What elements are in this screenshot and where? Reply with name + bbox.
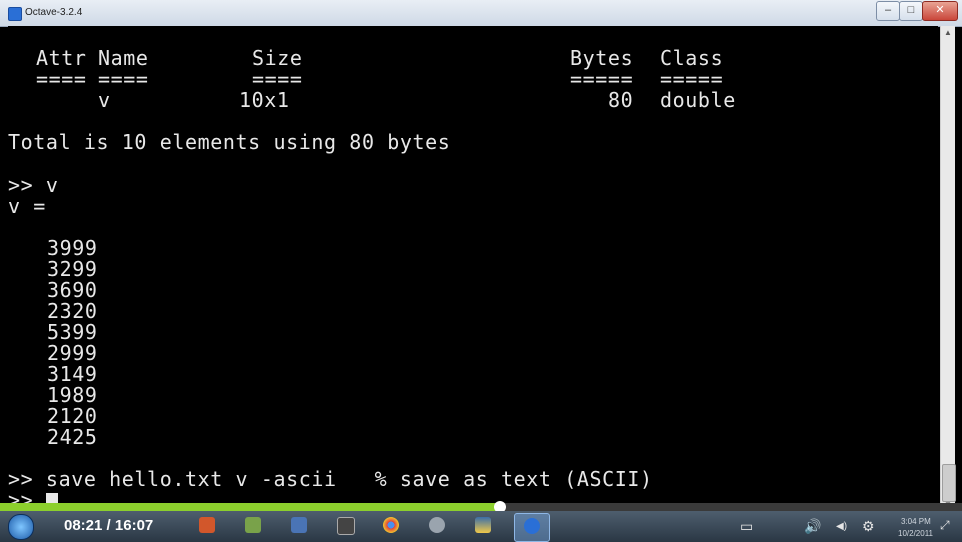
- v-equals: v =: [8, 194, 46, 218]
- header-name: Name: [98, 46, 149, 70]
- total-line: Total is 10 elements using 80 bytes: [8, 130, 451, 154]
- value-line: 2320: [47, 299, 98, 323]
- octave-icon: [524, 518, 540, 534]
- network-icon: [291, 517, 307, 533]
- taskbar-python-button[interactable]: [466, 513, 500, 540]
- scrollbar-thumb[interactable]: [942, 464, 956, 502]
- minimize-button[interactable]: –: [876, 1, 900, 21]
- console-output[interactable]: Attr Name Size Bytes Class ==== ==== ===…: [8, 26, 938, 512]
- video-duration: 16:07: [114, 517, 154, 534]
- taskbar-camera-button[interactable]: [328, 513, 362, 540]
- captions-icon[interactable]: ▭: [740, 518, 753, 535]
- value-line: 5399: [47, 320, 98, 344]
- header-bytes: Bytes: [570, 46, 634, 70]
- taskbar-octave-button[interactable]: [514, 513, 550, 542]
- tray-clock-date[interactable]: 10/2/2011: [898, 529, 933, 538]
- value-line: 3690: [47, 278, 98, 302]
- value-line: 3299: [47, 257, 98, 281]
- video-elapsed: 08:21: [64, 517, 103, 534]
- header-attr: Attr: [36, 46, 87, 70]
- underline-size: ====: [252, 67, 303, 91]
- taskbar-chrome-button[interactable]: [374, 513, 408, 540]
- title-bar[interactable]: Octave-3.2.4 – □ ✕: [0, 0, 962, 27]
- app-icon: [429, 517, 445, 533]
- underline-class: =====: [660, 67, 724, 91]
- python-icon: [475, 517, 491, 533]
- scroll-up-arrow-icon[interactable]: ▲: [941, 26, 955, 40]
- vertical-scrollbar[interactable]: ▲ ▼: [940, 26, 956, 512]
- value-line: 2120: [47, 404, 98, 428]
- tray-clock-time[interactable]: 3:04 PM: [901, 517, 931, 526]
- volume-icon[interactable]: 🔊: [804, 518, 821, 535]
- save-command-line: >> save hello.txt v -ascii % save as tex…: [8, 467, 653, 491]
- prompt-command-v: >> v: [8, 173, 59, 197]
- taskbar-app-button[interactable]: [420, 513, 454, 540]
- row-class: double: [660, 88, 736, 112]
- windows-logo-icon: [8, 514, 34, 540]
- fullscreen-icon[interactable]: ⤢: [940, 518, 950, 533]
- close-button[interactable]: ✕: [922, 1, 958, 21]
- underline-bytes: =====: [570, 67, 634, 91]
- taskbar-powerpoint-button[interactable]: [190, 513, 224, 540]
- value-line: 3999: [47, 236, 98, 260]
- taskbar-network-button[interactable]: [282, 513, 316, 540]
- taskbar-app-button[interactable]: [236, 513, 270, 540]
- taskbar: 08:21 / 16:07 ▭ 🔊 ◀) ⚙ 3:04 PM 10/2/2011…: [0, 511, 962, 542]
- speaker-small-icon[interactable]: ◀): [836, 521, 847, 532]
- app-icon: [245, 517, 261, 533]
- row-size: 10x1: [239, 88, 290, 112]
- octave-window: Octave-3.2.4 – □ ✕ Attr Name Size Bytes …: [0, 0, 962, 512]
- header-size: Size: [252, 46, 303, 70]
- octave-icon: [8, 7, 22, 21]
- start-button[interactable]: [2, 512, 38, 541]
- video-progress-played: [0, 503, 501, 511]
- underline-name: ====: [98, 67, 149, 91]
- settings-gear-icon[interactable]: ⚙: [862, 518, 875, 535]
- camera-icon: [337, 517, 355, 535]
- header-class: Class: [660, 46, 724, 70]
- chrome-icon: [383, 517, 399, 533]
- maximize-button[interactable]: □: [899, 1, 923, 21]
- row-bytes: 80: [608, 88, 634, 112]
- window-title: Octave-3.2.4: [25, 7, 83, 18]
- video-time-separator: /: [106, 517, 111, 534]
- powerpoint-icon: [199, 517, 215, 533]
- video-time-display: 08:21 / 16:07: [64, 517, 153, 534]
- value-line: 1989: [47, 383, 98, 407]
- underline-attr: ====: [36, 67, 87, 91]
- video-progress-bar[interactable]: [0, 501, 962, 513]
- row-name: v: [98, 88, 111, 112]
- value-line: 2425: [47, 425, 98, 449]
- value-line: 3149: [47, 362, 98, 386]
- value-line: 2999: [47, 341, 98, 365]
